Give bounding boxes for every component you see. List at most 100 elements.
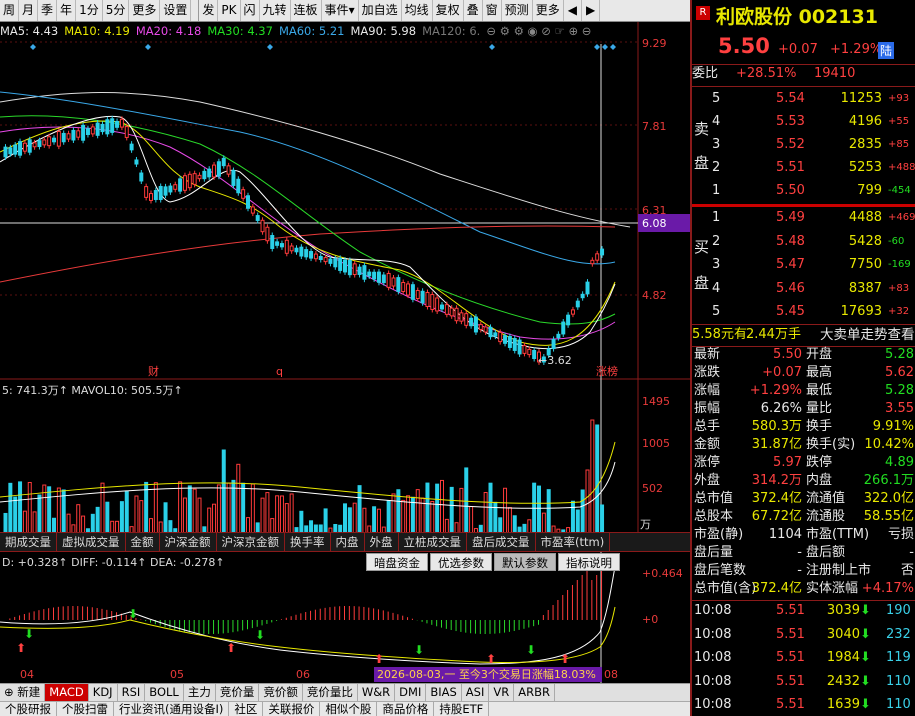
tab-industry-news[interactable]: 行业资讯(通用设备Ⅰ) <box>114 702 230 716</box>
candle <box>440 304 444 310</box>
candle <box>459 312 464 322</box>
svg-text:⬇: ⬇ <box>255 628 265 642</box>
tab-risk-scan[interactable]: 个股扫雷 <box>57 702 114 716</box>
event-marker-list[interactable]: 涨榜 <box>596 364 618 378</box>
settings-button[interactable]: 设置 <box>160 0 192 21</box>
svg-text:⬇: ⬇ <box>128 607 138 621</box>
ask-row[interactable]: 5 5.54 11253 +93 <box>692 87 915 110</box>
period-week[interactable]: 周 <box>0 0 20 21</box>
tab-commodity-price[interactable]: 商品价格 <box>377 702 435 716</box>
bid-row[interactable]: 2 5.48 5428 -60 <box>692 230 915 253</box>
tab-community[interactable]: 社区 <box>229 702 264 716</box>
big-order-row[interactable]: 5.58元有 2.44万手 大卖单走势查看 <box>692 324 915 346</box>
ma20-line <box>0 126 616 340</box>
event-marker-finance[interactable]: 财 <box>148 364 159 378</box>
tab-indicator[interactable]: 金额 <box>126 533 160 551</box>
ask-volume: 11253 <box>840 91 882 106</box>
tab-default-params[interactable]: 默认参数 <box>494 553 556 571</box>
tab-related-quotes[interactable]: 关联报价 <box>263 702 321 716</box>
ask-row[interactable]: 4 5.53 4196 +55 <box>692 110 915 133</box>
tab-bid-amount[interactable]: 竞价额 <box>259 684 303 701</box>
bid-row[interactable]: 5 5.45 17693 +32 <box>692 300 915 323</box>
tab-vr[interactable]: VR <box>489 684 515 701</box>
tab-bid-volume[interactable]: 竞价量 <box>216 684 260 701</box>
tab-similar-stocks[interactable]: 相似个股 <box>320 702 378 716</box>
volume-bars <box>3 419 605 551</box>
tab-boll[interactable]: BOLL <box>145 684 184 701</box>
bid-row[interactable]: 3 5.47 7750 -169 <box>692 253 915 276</box>
mavol-line <box>0 441 616 504</box>
tab-indicator[interactable]: 市盈率(ttm) <box>536 533 611 551</box>
candle <box>478 324 483 330</box>
ma60-line <box>0 91 616 265</box>
tab-research[interactable]: 个股研报 <box>0 702 57 716</box>
more-button[interactable]: 更多 <box>533 0 564 21</box>
tab-indicator[interactable]: 沪深京金额 <box>217 533 285 551</box>
tab-indicator[interactable]: 换手率 <box>285 533 331 551</box>
add-watchlist-button[interactable]: 加自选 <box>359 0 402 21</box>
bid-delta: +83 <box>888 282 910 294</box>
adjust-button[interactable]: 复权 <box>433 0 464 21</box>
tab-indicator-help[interactable]: 指标说明 <box>558 553 620 571</box>
bid-row[interactable]: 4 5.46 8387 +83 <box>692 277 915 300</box>
tab-kdj[interactable]: KDJ <box>89 684 118 701</box>
flash-button[interactable]: 闪 <box>241 0 260 21</box>
tab-main-force[interactable]: 主力 <box>184 684 216 701</box>
stat-value: 58.55亿 <box>863 509 914 524</box>
forecast-button[interactable]: 预测 <box>502 0 533 21</box>
period-month[interactable]: 月 <box>19 0 39 21</box>
left-arrow-icon[interactable]: ◀ <box>564 0 582 21</box>
candle <box>328 258 333 264</box>
ma-button[interactable]: 均线 <box>402 0 433 21</box>
period-1min[interactable]: 1分 <box>76 0 103 21</box>
bid-row[interactable]: 1 5.49 4488 +469 <box>692 206 915 229</box>
tab-indicator[interactable]: 外盘 <box>365 533 399 551</box>
tab-indicator[interactable]: 内盘 <box>331 533 365 551</box>
tab-etf-holdings[interactable]: 持股ETF <box>434 702 490 716</box>
period-quarter[interactable]: 季 <box>38 0 58 21</box>
tab-dark-pool[interactable]: 暗盘资金 <box>366 553 428 571</box>
ask-volume: 2835 <box>848 137 882 152</box>
tab-rsi[interactable]: RSI <box>118 684 146 701</box>
chart-tool-icons[interactable]: ⊖ ⚙ ⚙ ◉ ⊘ ☞ ⊕ ⊖ <box>486 22 591 40</box>
tab-indicator[interactable]: 虚拟成交量 <box>57 533 126 551</box>
event-button[interactable]: 事件▾ <box>322 0 359 21</box>
limit-up-button[interactable]: 连板 <box>291 0 322 21</box>
nine-turn-button[interactable]: 九转 <box>260 0 291 21</box>
tab-dmi[interactable]: DMI <box>395 684 427 701</box>
stat-value: 5.28 <box>885 347 914 362</box>
tab-asi[interactable]: ASI <box>462 684 490 701</box>
tab-indicator[interactable]: 沪深金额 <box>160 533 217 551</box>
candle <box>493 332 498 337</box>
tab-bias[interactable]: BIAS <box>426 684 462 701</box>
big-order-link[interactable]: 大卖单走势查看 <box>820 324 915 346</box>
period-year[interactable]: 年 <box>57 0 77 21</box>
kline-chart[interactable]: 6.08 9.29 7.81 6.31 4.82 ←3.62 财 q 涨榜 5:… <box>0 22 690 683</box>
tab-indicator[interactable]: 期成交量 <box>0 533 57 551</box>
ask-row[interactable]: 3 5.52 2835 +85 <box>692 133 915 156</box>
event-diamonds <box>30 44 616 50</box>
stat-value: 5.62 <box>885 365 914 380</box>
period-more[interactable]: 更多 <box>129 0 161 21</box>
period-5min[interactable]: 5分 <box>103 0 130 21</box>
tab-wr[interactable]: W&R <box>358 684 396 701</box>
tab-indicator[interactable]: 立桩成交量 <box>399 533 467 551</box>
ask-row[interactable]: 1 5.50 799 -454 <box>692 179 915 202</box>
tab-macd[interactable]: MACD <box>45 684 89 701</box>
window-button[interactable]: 窗 <box>483 0 502 21</box>
stat-value: 9.91% <box>872 419 914 434</box>
tab-new[interactable]: ⊕ 新建 <box>0 684 46 701</box>
notice-text[interactable]: 2026-08-03,一 至今3个交易日涨幅18.03% <box>377 667 596 681</box>
candle <box>110 118 115 133</box>
tab-arbr[interactable]: ARBR <box>514 684 555 701</box>
tab-indicator[interactable]: 盘后成交量 <box>467 533 536 551</box>
tab-optimized-params[interactable]: 优选参数 <box>430 553 492 571</box>
tab-bid-ratio[interactable]: 竞价量比 <box>303 684 358 701</box>
candle <box>255 215 260 221</box>
overlay-button[interactable]: 叠 <box>464 0 483 21</box>
ask-row[interactable]: 2 5.51 5253 +488 <box>692 156 915 179</box>
event-marker-q[interactable]: q <box>276 365 283 378</box>
send-button[interactable]: 发 <box>199 0 219 21</box>
pk-button[interactable]: PK <box>218 0 241 21</box>
right-arrow-icon[interactable]: ▶ <box>582 0 601 21</box>
